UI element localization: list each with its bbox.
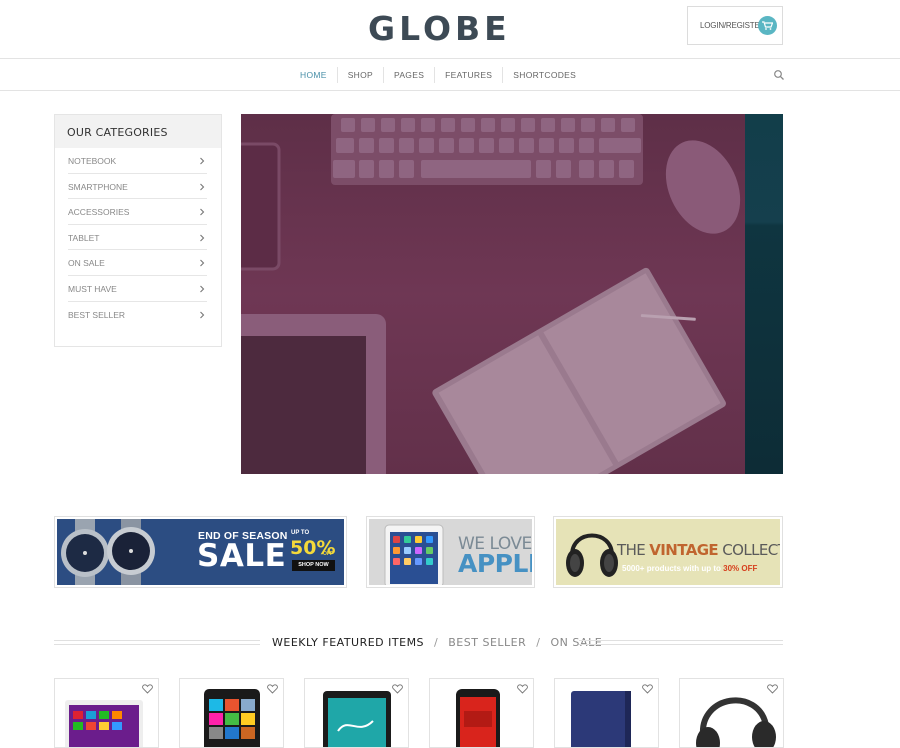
headphones-icon <box>566 533 618 577</box>
banner-apple-title: APPLE <box>458 549 532 578</box>
tabs-divider-left <box>54 640 260 645</box>
category-item-must-have[interactable]: MUST HAVE <box>68 276 207 302</box>
category-item-smartphone[interactable]: SMARTPHONE <box>68 174 207 200</box>
banner-sale-shop-now[interactable]: SHOP NOW <box>292 560 335 571</box>
category-label: BEST SELLER <box>68 309 126 320</box>
banner-vintage[interactable]: THE VINTAGE COLLECTION 5000+ products wi… <box>553 516 783 588</box>
heart-icon[interactable] <box>517 684 528 694</box>
nav-item-shortcodes[interactable]: SHORTCODES <box>502 66 586 83</box>
banner-vintage-image: THE VINTAGE COLLECTION 5000+ products wi… <box>556 519 780 585</box>
tab-separator: / <box>536 636 541 649</box>
nav-item-home[interactable]: HOME <box>290 67 337 83</box>
site-logo[interactable]: GLOBE <box>368 9 511 49</box>
category-item-best-seller[interactable]: BEST SELLER <box>68 302 207 328</box>
tab-best-seller[interactable]: BEST SELLER <box>448 636 526 649</box>
login-register-label: LOGIN/REGISTER <box>700 21 766 30</box>
product-card[interactable] <box>179 678 284 748</box>
tabs-divider-right <box>579 640 783 645</box>
product-card[interactable] <box>429 678 534 748</box>
categories-list: NOTEBOOK SMARTPHONE ACCESSORIES TABLET O… <box>55 148 221 327</box>
category-item-on-sale[interactable]: ON SALE <box>68 250 207 276</box>
smartphone-icon <box>456 689 500 747</box>
product-card[interactable] <box>304 678 409 748</box>
banner-vintage-subtitle: 5000+ products with up to 30% OFF <box>622 564 758 573</box>
product-card[interactable] <box>54 678 159 748</box>
watches-icon <box>61 519 155 585</box>
chevron-right-icon <box>200 183 205 190</box>
chevron-right-icon <box>200 157 205 165</box>
hero-slider[interactable] <box>241 114 783 474</box>
chevron-right-icon <box>200 311 205 318</box>
product-card[interactable] <box>679 678 784 748</box>
hero-image <box>241 114 783 474</box>
site-header: GLOBE LOGIN/REGISTER <box>0 0 900 59</box>
nav-item-shop[interactable]: SHOP <box>336 66 383 83</box>
category-label: TABLET <box>68 232 100 243</box>
banner-sale[interactable]: END OF SEASON SALE UP TO 50% OFF SHOP NO… <box>54 516 347 588</box>
categories-title: OUR CATEGORIES <box>55 115 221 148</box>
chevron-right-icon <box>200 259 205 267</box>
category-label: MUST HAVE <box>68 283 117 294</box>
heart-icon[interactable] <box>267 684 278 694</box>
heart-icon[interactable] <box>392 684 403 694</box>
banner-apple-image: WE LOVE APPLE <box>369 519 532 585</box>
category-item-accessories[interactable]: ACCESSORIES <box>68 199 207 225</box>
category-item-tablet[interactable]: TABLET <box>68 225 207 251</box>
headphones-icon <box>696 697 776 747</box>
banner-vintage-title: THE VINTAGE COLLECTION <box>617 541 780 559</box>
cart-icon[interactable] <box>758 16 777 35</box>
banner-apple[interactable]: WE LOVE APPLE <box>366 516 535 588</box>
nav-item-features[interactable]: FEATURES <box>434 66 502 83</box>
windows-phone-icon <box>204 689 260 747</box>
ipad-icon <box>384 524 444 585</box>
category-label: ON SALE <box>68 258 105 269</box>
login-register-button[interactable]: LOGIN/REGISTER <box>687 6 783 45</box>
heart-icon[interactable] <box>142 684 153 694</box>
main-nav: HOME SHOP PAGES FEATURES SHORTCODES <box>0 59 900 91</box>
banner-sale-title: SALE <box>197 538 287 574</box>
tab-separator: / <box>434 636 439 649</box>
search-icon[interactable] <box>773 68 785 80</box>
category-item-notebook[interactable]: NOTEBOOK <box>68 148 207 174</box>
banner-sale-image: END OF SEASON SALE UP TO 50% OFF SHOP NO… <box>57 519 344 585</box>
nav-item-pages[interactable]: PAGES <box>383 66 434 83</box>
product-tabs: WEEKLY FEATURED ITEMS / BEST SELLER / ON… <box>54 633 783 653</box>
logo-text: GLOBE <box>368 9 511 48</box>
chevron-right-icon <box>200 208 205 216</box>
heart-icon[interactable] <box>642 684 653 694</box>
chevron-right-icon <box>200 285 205 293</box>
category-label: NOTEBOOK <box>68 156 117 166</box>
product-tab-list: WEEKLY FEATURED ITEMS / BEST SELLER / ON… <box>272 636 602 649</box>
nav-menu: HOME SHOP PAGES FEATURES SHORTCODES <box>290 59 586 90</box>
laptop-icon <box>65 700 143 747</box>
category-label: ACCESSORIES <box>68 207 130 218</box>
tab-weekly-featured[interactable]: WEEKLY FEATURED ITEMS <box>272 636 424 649</box>
product-card[interactable] <box>554 678 659 748</box>
hero-next-slide-preview <box>745 114 783 474</box>
categories-sidebar: OUR CATEGORIES NOTEBOOK SMARTPHONE ACCES… <box>54 114 222 347</box>
chevron-right-icon <box>200 234 205 242</box>
ereader-cover-icon <box>571 691 631 747</box>
banner-sale-off: OFF <box>323 551 333 557</box>
banner-sale-upto: UP TO <box>291 530 310 536</box>
category-label: SMARTPHONE <box>68 181 128 192</box>
tablet-icon <box>323 691 391 747</box>
